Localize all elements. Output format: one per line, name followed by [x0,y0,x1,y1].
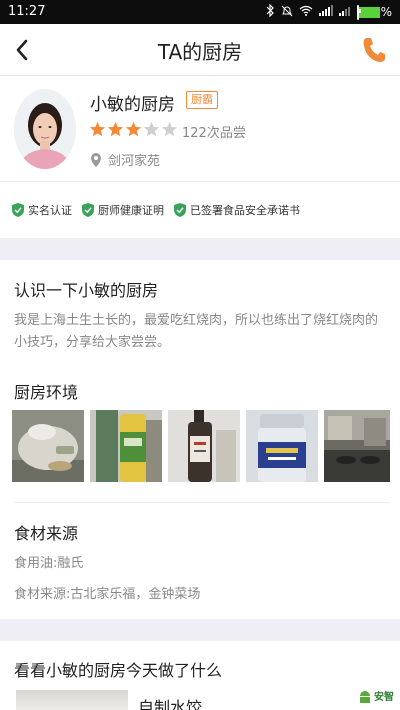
shield-check-icon [12,203,24,217]
cert-label: 厨师健康证明 [98,204,164,217]
star-filled-icon [89,121,106,137]
taste-count: 122次品尝 [182,126,246,141]
star-filled-icon [107,121,124,137]
kitchen-photo[interactable] [324,410,390,482]
today-title: 看看小敏的厨房今天做了什么 [14,661,223,680]
intro-title: 认识一下小敏的厨房 [14,281,159,300]
shield-check-icon [82,203,94,217]
watermark-text: 安智 [374,692,394,703]
divider [14,502,390,503]
page-title: TA的厨房 [157,40,243,64]
avatar[interactable] [14,89,76,169]
section-gap [0,238,400,260]
signal-icon [319,5,334,19]
kitchen-name: 小敏的厨房 [90,95,175,115]
battery-icon [357,4,381,20]
cert-real-name: 实名认证 [12,202,72,218]
environment-title: 厨房环境 [14,383,79,402]
mute-icon [281,5,293,20]
signal-2-icon [339,5,351,19]
kitchen-photo[interactable] [246,410,318,482]
kitchen-photo[interactable] [12,410,84,482]
phone-icon [363,38,385,62]
ingredients-title: 食材来源 [14,524,79,543]
intro-text: 我是上海土生土长的，最爱吃红烧肉，所以也练出了烧红烧肉的小技巧，分享给大家尝尝。 [14,313,379,350]
call-button[interactable] [358,34,390,66]
location-pin-icon [91,152,101,167]
star-empty-icon [143,121,160,137]
section-gap [0,619,400,641]
divider [0,181,400,182]
environment-photos [12,410,390,482]
android-logo-icon [360,690,370,703]
shield-check-icon [174,203,186,217]
oil-source: 食用油:融氏 [14,556,84,571]
wifi-icon [299,5,313,19]
chef-level-badge: 厨霸 [186,91,218,109]
star-empty-icon [161,121,178,137]
kitchen-profile: 小敏的厨房 厨霸 122次品尝 剑河家苑 [0,77,400,177]
rating-stars [89,121,178,138]
cert-label: 已签署食品安全承诺书 [190,204,300,217]
status-bar: 11:27 94% [0,0,400,24]
status-icons: 94% [266,3,392,20]
kitchen-photo[interactable] [168,410,240,482]
ingredient-source: 食材来源:古北家乐福，金钟菜场 [14,587,201,602]
cert-health: 厨师健康证明 [82,202,164,218]
cert-food-safety: 已签署食品安全承诺书 [174,202,300,218]
kitchen-photo[interactable] [90,410,162,482]
cert-label: 实名认证 [28,204,72,217]
status-time: 11:27 [8,4,46,19]
watermark: 安智 [358,688,394,703]
app-header: TA的厨房 [0,24,400,76]
dish-title[interactable]: 自制水饺 [138,694,202,710]
location-text: 剑河家苑 [108,154,161,169]
certifications: 实名认证 厨师健康证明 已签署食品安全承诺书 [0,198,400,222]
dish-thumbnail[interactable] [16,690,128,710]
location: 剑河家苑 [90,150,160,169]
bluetooth-icon [266,3,275,20]
star-filled-icon [125,121,142,137]
